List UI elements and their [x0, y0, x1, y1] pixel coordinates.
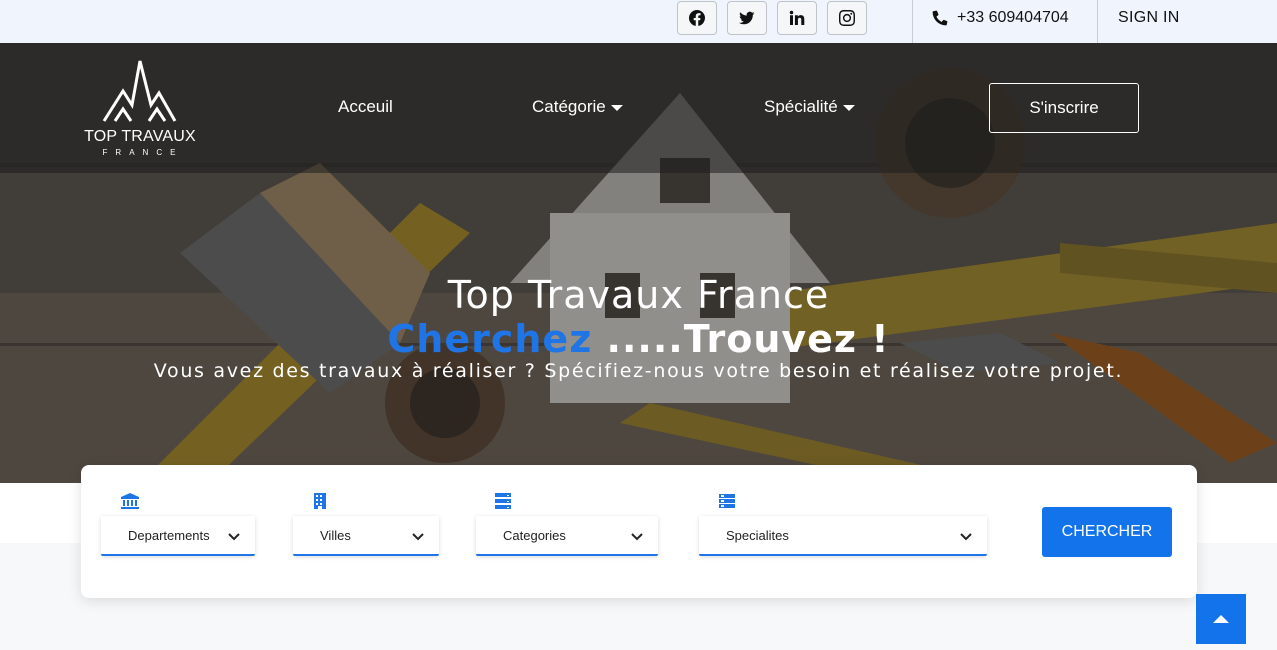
nav-category-label: Catégorie [532, 97, 606, 116]
facebook-icon [689, 10, 705, 26]
facebook-button[interactable] [677, 1, 717, 35]
caret-down-icon [610, 105, 623, 111]
site-logo[interactable]: TOP TRAVAUX FRANCE [80, 59, 200, 159]
search-button[interactable]: CHERCHER [1042, 507, 1172, 557]
chevron-down-icon [227, 529, 241, 543]
building-icon [311, 493, 329, 509]
social-links [677, 1, 867, 35]
divider [1097, 0, 1098, 43]
signup-button[interactable]: S'inscrire [989, 83, 1139, 133]
chevron-down-icon [630, 529, 644, 543]
server-icon [494, 493, 512, 509]
villes-select[interactable]: Villes [293, 516, 439, 556]
specialites-select[interactable]: Specialites [699, 516, 987, 556]
hero-tagline-rest: .....Trouvez ! [592, 317, 890, 361]
twitter-button[interactable] [727, 1, 767, 35]
instagram-icon [839, 10, 855, 26]
mountain-logo-icon [102, 60, 177, 122]
categories-select[interactable]: Categories [476, 516, 658, 556]
linkedin-icon [789, 10, 805, 25]
logo-subtitle: FRANCE [102, 148, 184, 157]
logo-title: TOP TRAVAUX [84, 128, 196, 145]
departements-select[interactable]: Departements [101, 516, 255, 556]
twitter-icon [739, 11, 755, 25]
hero-section: TOP TRAVAUX FRANCE Acceuil Catégorie Spé… [0, 43, 1277, 483]
caret-down-icon [842, 105, 855, 111]
nav-category-dropdown[interactable]: Catégorie [532, 97, 623, 117]
chevron-down-icon [411, 529, 425, 543]
nav-home[interactable]: Acceuil [338, 97, 393, 117]
hero-subtitle: Vous avez des travaux à réaliser ? Spéci… [153, 360, 1124, 382]
linkedin-button[interactable] [777, 1, 817, 35]
categories-select-value: Categories [503, 527, 566, 543]
nav-home-label: Acceuil [338, 97, 393, 116]
scroll-to-top-button[interactable] [1196, 594, 1246, 644]
hero-title: Top Travaux France [447, 273, 830, 317]
search-card: Departements Villes Categories Specialit… [81, 465, 1197, 598]
departements-select-value: Departements [128, 527, 210, 543]
chevron-down-icon [959, 529, 973, 543]
hero-tagline: Cherchez .....Trouvez ! [0, 317, 1277, 361]
nav-specialty-label: Spécialité [764, 97, 838, 116]
villes-select-value: Villes [320, 527, 351, 543]
sign-in-link[interactable]: SIGN IN [1118, 0, 1180, 36]
specialites-select-value: Specialites [726, 527, 789, 543]
hero-tagline-highlight: Cherchez [387, 317, 593, 361]
nav-specialty-dropdown[interactable]: Spécialité [764, 97, 855, 117]
phone-number: +33 609404704 [957, 9, 1069, 26]
divider [912, 0, 913, 43]
instagram-button[interactable] [827, 1, 867, 35]
arrow-up-icon [1213, 615, 1229, 623]
phone-contact[interactable]: +33 609404704 [932, 0, 1069, 36]
phone-icon [932, 10, 948, 26]
top-bar: +33 609404704 SIGN IN [0, 0, 1277, 43]
list-icon [718, 493, 736, 509]
bank-icon [121, 493, 139, 509]
